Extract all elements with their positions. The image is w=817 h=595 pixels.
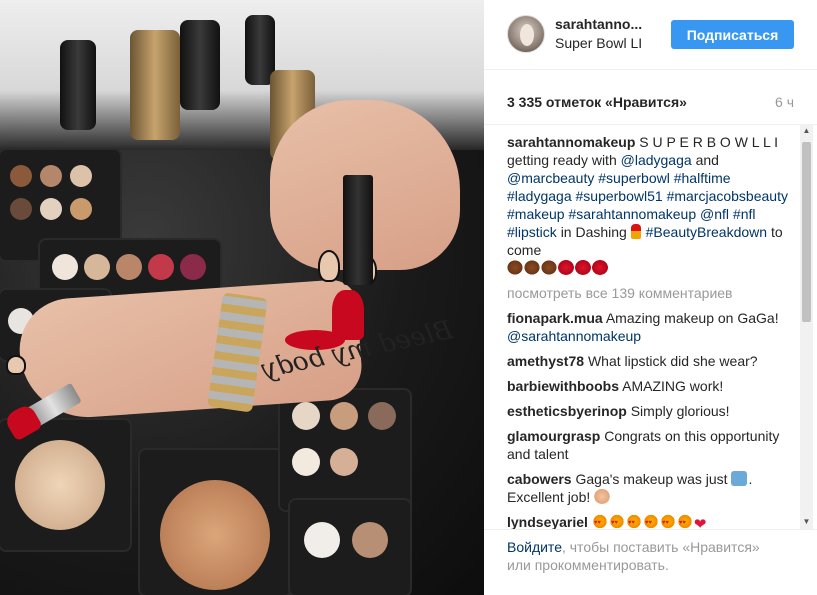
photo-bottle (60, 40, 96, 130)
comment-username[interactable]: fionapark.mua (507, 310, 603, 326)
comment-item: glamourgrasp Congrats on this opportunit… (507, 427, 795, 463)
caption-mention[interactable]: @ladygaga (621, 152, 692, 168)
comment-username[interactable]: barbiewithboobs (507, 378, 619, 394)
heart-eyes-emoji-icon (625, 514, 642, 529)
photo-fingernail (318, 250, 340, 282)
comment-username[interactable]: glamourgrasp (507, 428, 600, 444)
comment-username[interactable]: lyndseyariel (507, 514, 588, 529)
comment-username[interactable]: estheticsbyerinop (507, 403, 627, 419)
caption-text: in Dashing (560, 224, 627, 240)
photo-bottle (180, 20, 220, 110)
login-link[interactable]: Войдите (507, 539, 562, 555)
post-author-username[interactable]: sarahtanno... (555, 16, 642, 32)
login-prompt: Войдите, чтобы поставить «Нравится» или … (484, 529, 817, 595)
likes-count[interactable]: 3 335 отметок «Нравится» (507, 94, 687, 110)
comment-item: fionapark.mua Amazing makeup on GaGa! @s… (507, 309, 795, 345)
post-sidebar: sarahtanno... Super Bowl LI Подписаться … (484, 0, 817, 595)
heart-eyes-emoji-icon (608, 514, 625, 529)
comment-item: amethyst78 What lipstick did she wear? (507, 352, 795, 370)
heart-eyes-emoji-icon (676, 514, 693, 529)
comment-item: estheticsbyerinop Simply glorious! (507, 402, 795, 420)
lipstick-emoji-icon (630, 224, 641, 239)
scroll-down-arrow-icon[interactable]: ▼ (800, 515, 813, 529)
comment-text: Gaga's makeup was just (575, 471, 728, 487)
avatar[interactable] (507, 15, 545, 53)
comment-mention[interactable]: @sarahtannomakeup (507, 328, 641, 344)
heart-eyes-emoji-icon (642, 514, 659, 529)
post-time[interactable]: 6 ч (775, 94, 794, 110)
eyeshadow-palette (290, 500, 410, 595)
comment-username[interactable]: cabowers (507, 471, 572, 487)
comment-text: What lipstick did she wear? (587, 353, 758, 369)
bronzer-compact (140, 450, 290, 595)
eyeshadow-palette (280, 390, 410, 510)
scream-emoji-icon (731, 471, 748, 486)
follow-button[interactable]: Подписаться (671, 20, 794, 49)
lips-emoji-icon (558, 260, 574, 275)
caption-username[interactable]: sarahtannomakeup (507, 134, 635, 150)
caption: sarahtannomakeup S U P E R B O W L L I g… (507, 133, 795, 277)
football-emoji-icon (524, 260, 540, 275)
heart-eyes-emoji-icon (659, 514, 676, 529)
comments-list[interactable]: sarahtannomakeup S U P E R B O W L L I g… (484, 124, 817, 529)
photo-foundation-bottle (130, 30, 180, 140)
comment-item: cabowers Gaga's makeup was just . Excell… (507, 470, 795, 506)
red-heart-emoji-icon: ❤ (693, 516, 707, 529)
login-prompt-text: Войдите, чтобы поставить «Нравится» или … (507, 538, 767, 574)
comment-text: AMAZING work! (622, 378, 724, 394)
view-all-comments-link[interactable]: посмотреть все 139 комментариев (507, 284, 795, 302)
comment-username[interactable]: amethyst78 (507, 353, 584, 369)
post-photo[interactable]: Bleed my body (0, 0, 484, 595)
heart-eyes-emoji-icon (591, 514, 608, 529)
comment-item: lyndseyariel ❤ (507, 513, 795, 529)
caption-text: and (695, 152, 719, 168)
likes-row: 3 335 отметок «Нравится» 6 ч (507, 94, 794, 112)
post-location[interactable]: Super Bowl LI (555, 35, 642, 51)
football-emoji-icon (541, 260, 557, 275)
comment-text: Simply glorious! (630, 403, 730, 419)
scroll-up-arrow-icon[interactable]: ▲ (800, 124, 813, 138)
scrollbar-thumb[interactable] (802, 142, 811, 322)
comment-item: barbiewithboobs AMAZING work! (507, 377, 795, 395)
caption-hashtag[interactable]: #BeautyBreakdown (646, 224, 767, 240)
comment-text: Amazing makeup on GaGa! (605, 310, 779, 326)
football-emoji-icon (507, 260, 523, 275)
lips-emoji-icon (592, 260, 608, 275)
clap-emoji-icon (594, 489, 611, 504)
photo-fingernail (6, 355, 26, 375)
lips-emoji-icon (575, 260, 591, 275)
comments-scrollbar[interactable]: ▲ ▼ (800, 124, 813, 529)
post-header: sarahtanno... Super Bowl LI Подписаться (484, 0, 817, 70)
photo-lipstick-tube (343, 175, 373, 285)
